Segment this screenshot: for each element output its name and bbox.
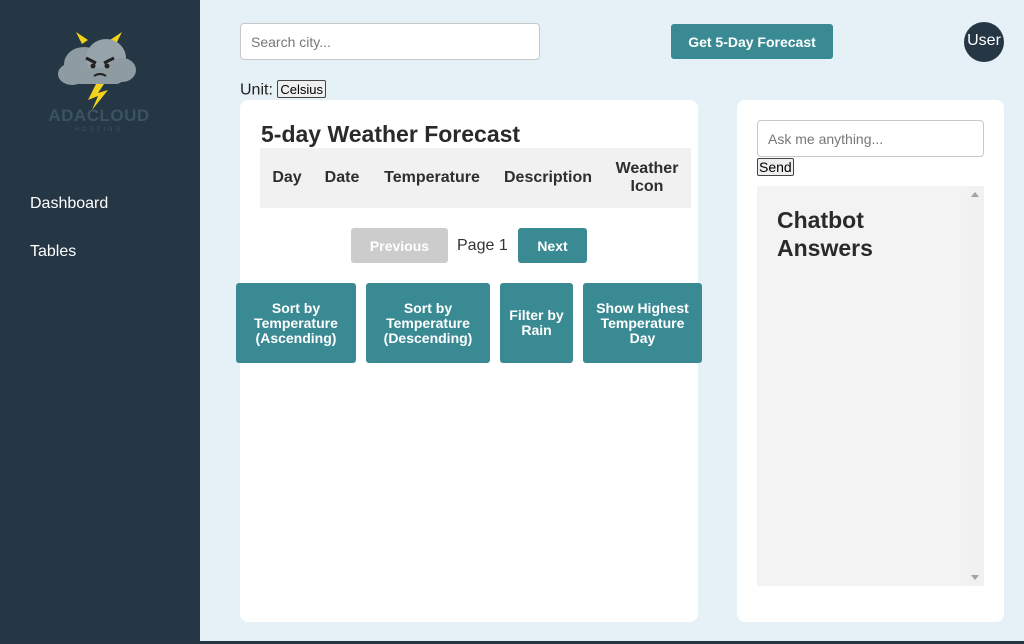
column-header-date: Date (324, 169, 360, 186)
sort-temp-asc-button[interactable]: Sort by Temperature (Ascending) (236, 283, 356, 363)
user-avatar[interactable]: User (964, 22, 1004, 62)
forecast-table-header: Day Date Temperature Description Weather… (260, 148, 691, 208)
column-header-weather-icon: Weather Icon (615, 160, 679, 195)
answers-scrollbar[interactable] (967, 186, 984, 586)
get-forecast-button[interactable]: Get 5-Day Forecast (671, 24, 833, 59)
filter-rain-button[interactable]: Filter by Rain (500, 283, 573, 363)
unit-label: Unit: (240, 81, 273, 99)
chatbot-card: Send Chatbot Answers (737, 100, 1004, 622)
sidebar-item-tables[interactable]: Tables (30, 243, 76, 261)
sidebar-item-dashboard[interactable]: Dashboard (30, 195, 108, 213)
scroll-up-arrow-icon[interactable] (971, 192, 979, 197)
brand-name: ADACLOUD (48, 106, 150, 125)
sort-temp-desc-button[interactable]: Sort by Temperature (Descending) (366, 283, 490, 363)
angry-storm-cloud-icon (58, 32, 136, 110)
chatbot-answers-panel: Chatbot Answers (757, 186, 984, 586)
forecast-card: 5-day Weather Forecast Day Date Temperat… (236, 100, 702, 622)
brand-tagline: HOSTING (74, 127, 124, 133)
previous-page-button[interactable]: Previous (351, 228, 448, 263)
column-header-day: Day (272, 169, 302, 186)
column-header-temperature: Temperature (384, 169, 480, 186)
unit-toggle-button[interactable]: Celsius (277, 80, 326, 98)
chat-input[interactable] (757, 120, 984, 157)
scroll-down-arrow-icon[interactable] (971, 575, 979, 580)
chatbot-answers-title: Chatbot Answers (777, 207, 873, 261)
unit-row: Unit: Celsius (240, 80, 326, 100)
highest-temp-day-button[interactable]: Show Highest Temperature Day (583, 283, 702, 363)
forecast-title: 5-day Weather Forecast (261, 121, 521, 147)
sidebar: ADACLOUD HOSTING Dashboard Tables (0, 0, 200, 644)
send-button[interactable]: Send (757, 158, 794, 176)
next-page-button[interactable]: Next (518, 228, 587, 263)
search-input[interactable] (240, 23, 540, 60)
brand-logo: ADACLOUD HOSTING (44, 30, 154, 140)
page-indicator: Page 1 (457, 237, 508, 254)
column-header-description: Description (503, 169, 592, 186)
